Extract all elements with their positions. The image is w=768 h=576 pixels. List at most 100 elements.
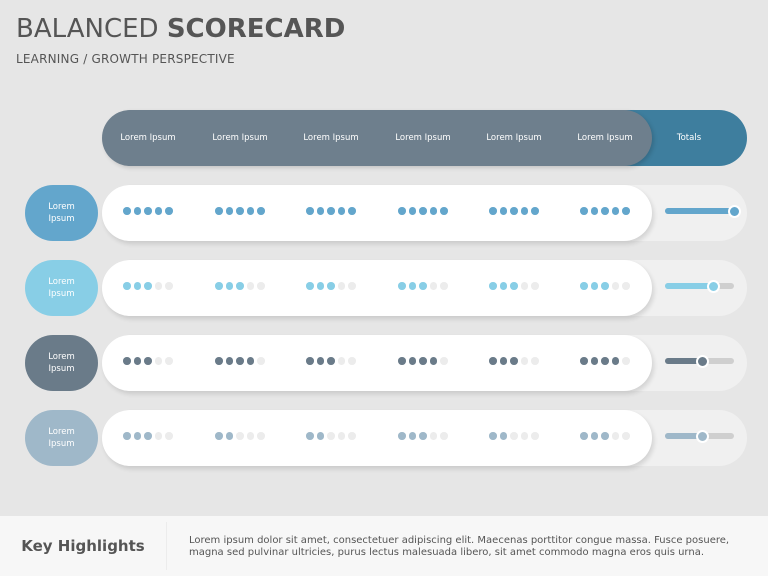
score-dot-filled (225, 282, 234, 290)
score-dot-filled (489, 432, 497, 440)
title-bold: SCORECARD (166, 14, 346, 44)
score-dot-filled (580, 357, 588, 365)
score-dot-filled (133, 357, 142, 365)
score-dots (102, 282, 194, 292)
score-dots (559, 207, 651, 217)
total-slider-fill (665, 208, 734, 214)
score-dot-filled (590, 282, 599, 290)
score-dots (285, 357, 377, 367)
score-dot-empty (429, 282, 438, 290)
score-dot-filled (133, 282, 142, 290)
score-dot-filled (154, 207, 163, 215)
score-dot-empty (337, 357, 346, 365)
score-dot-filled (590, 357, 599, 365)
score-dot-filled (419, 207, 427, 215)
score-dot-filled (144, 357, 152, 365)
score-dot-filled (398, 432, 406, 440)
score-dot-filled (611, 357, 620, 365)
column-header: Lorem Ipsum (303, 133, 359, 143)
row-label: Lorem Ipsum (48, 352, 75, 374)
title-light: BALANCED (16, 14, 159, 44)
score-dots (468, 282, 560, 292)
score-dot-filled (316, 282, 325, 290)
column-header: Lorem Ipsum (486, 133, 542, 143)
score-dot-empty (165, 282, 173, 290)
score-dot-empty (531, 432, 539, 440)
score-dots (377, 357, 469, 367)
row-label: Lorem Ipsum (48, 427, 75, 449)
score-dot-filled (489, 207, 497, 215)
footer-divider (166, 522, 167, 570)
score-dot-filled (601, 282, 609, 290)
score-dot-empty (348, 432, 356, 440)
score-dot-filled (601, 207, 609, 215)
score-dots (194, 207, 286, 217)
total-slider[interactable] (665, 204, 741, 218)
score-dot-empty (257, 282, 265, 290)
score-dot-filled (531, 207, 539, 215)
score-dot-empty (440, 357, 448, 365)
score-dot-empty (165, 357, 173, 365)
score-dot-filled (215, 282, 223, 290)
score-dot-filled (622, 207, 630, 215)
column-header: Lorem Ipsum (120, 133, 176, 143)
total-slider-knob[interactable] (696, 429, 710, 443)
total-slider[interactable] (665, 279, 734, 293)
total-slider[interactable] (665, 429, 734, 443)
score-dot-filled (611, 207, 620, 215)
score-dot-filled (510, 207, 518, 215)
score-dots (468, 432, 560, 442)
score-dot-empty (154, 432, 163, 440)
score-dot-filled (246, 357, 255, 365)
score-dots (468, 207, 560, 217)
score-dot-filled (337, 207, 346, 215)
score-dot-filled (123, 207, 131, 215)
score-dot-filled (144, 282, 152, 290)
score-dot-filled (246, 207, 255, 215)
score-dots (285, 207, 377, 217)
score-dots (102, 432, 194, 442)
score-dot-filled (489, 357, 497, 365)
score-dots (377, 282, 469, 292)
score-dots (102, 207, 194, 217)
total-slider-knob[interactable] (706, 279, 720, 293)
row-label-badge: Lorem Ipsum (25, 335, 98, 391)
score-dot-empty (611, 432, 620, 440)
score-dot-filled (499, 207, 508, 215)
score-dot-empty (348, 357, 356, 365)
key-highlights-heading: Key Highlights (21, 537, 145, 555)
score-dot-empty (440, 432, 448, 440)
score-dot-filled (225, 207, 234, 215)
score-dot-filled (429, 357, 438, 365)
score-dot-empty (531, 357, 539, 365)
key-highlights-text: Lorem ipsum dolor sit amet, consectetuer… (189, 535, 730, 558)
score-dot-filled (510, 282, 518, 290)
page-subtitle: LEARNING / GROWTH PERSPECTIVE (16, 52, 235, 66)
score-dot-filled (225, 432, 234, 440)
score-dot-filled (419, 357, 427, 365)
score-dot-filled (306, 357, 314, 365)
score-dot-filled (327, 207, 335, 215)
score-dot-filled (520, 207, 529, 215)
score-dot-filled (306, 282, 314, 290)
score-dot-empty (337, 282, 346, 290)
score-dot-filled (257, 207, 265, 215)
score-dots (559, 432, 651, 442)
score-dot-filled (489, 282, 497, 290)
score-dot-empty (246, 432, 255, 440)
score-dot-empty (236, 432, 244, 440)
score-dots (377, 432, 469, 442)
score-dot-empty (246, 282, 255, 290)
score-dot-empty (622, 282, 630, 290)
total-slider-knob[interactable] (727, 204, 741, 218)
score-dot-filled (215, 357, 223, 365)
score-dot-filled (306, 432, 314, 440)
score-dot-empty (440, 282, 448, 290)
score-dot-filled (236, 207, 244, 215)
score-dot-filled (590, 207, 599, 215)
score-dot-filled (419, 432, 427, 440)
score-dot-filled (133, 207, 142, 215)
score-dot-filled (123, 432, 131, 440)
total-slider-knob[interactable] (696, 354, 710, 368)
total-slider[interactable] (665, 354, 734, 368)
